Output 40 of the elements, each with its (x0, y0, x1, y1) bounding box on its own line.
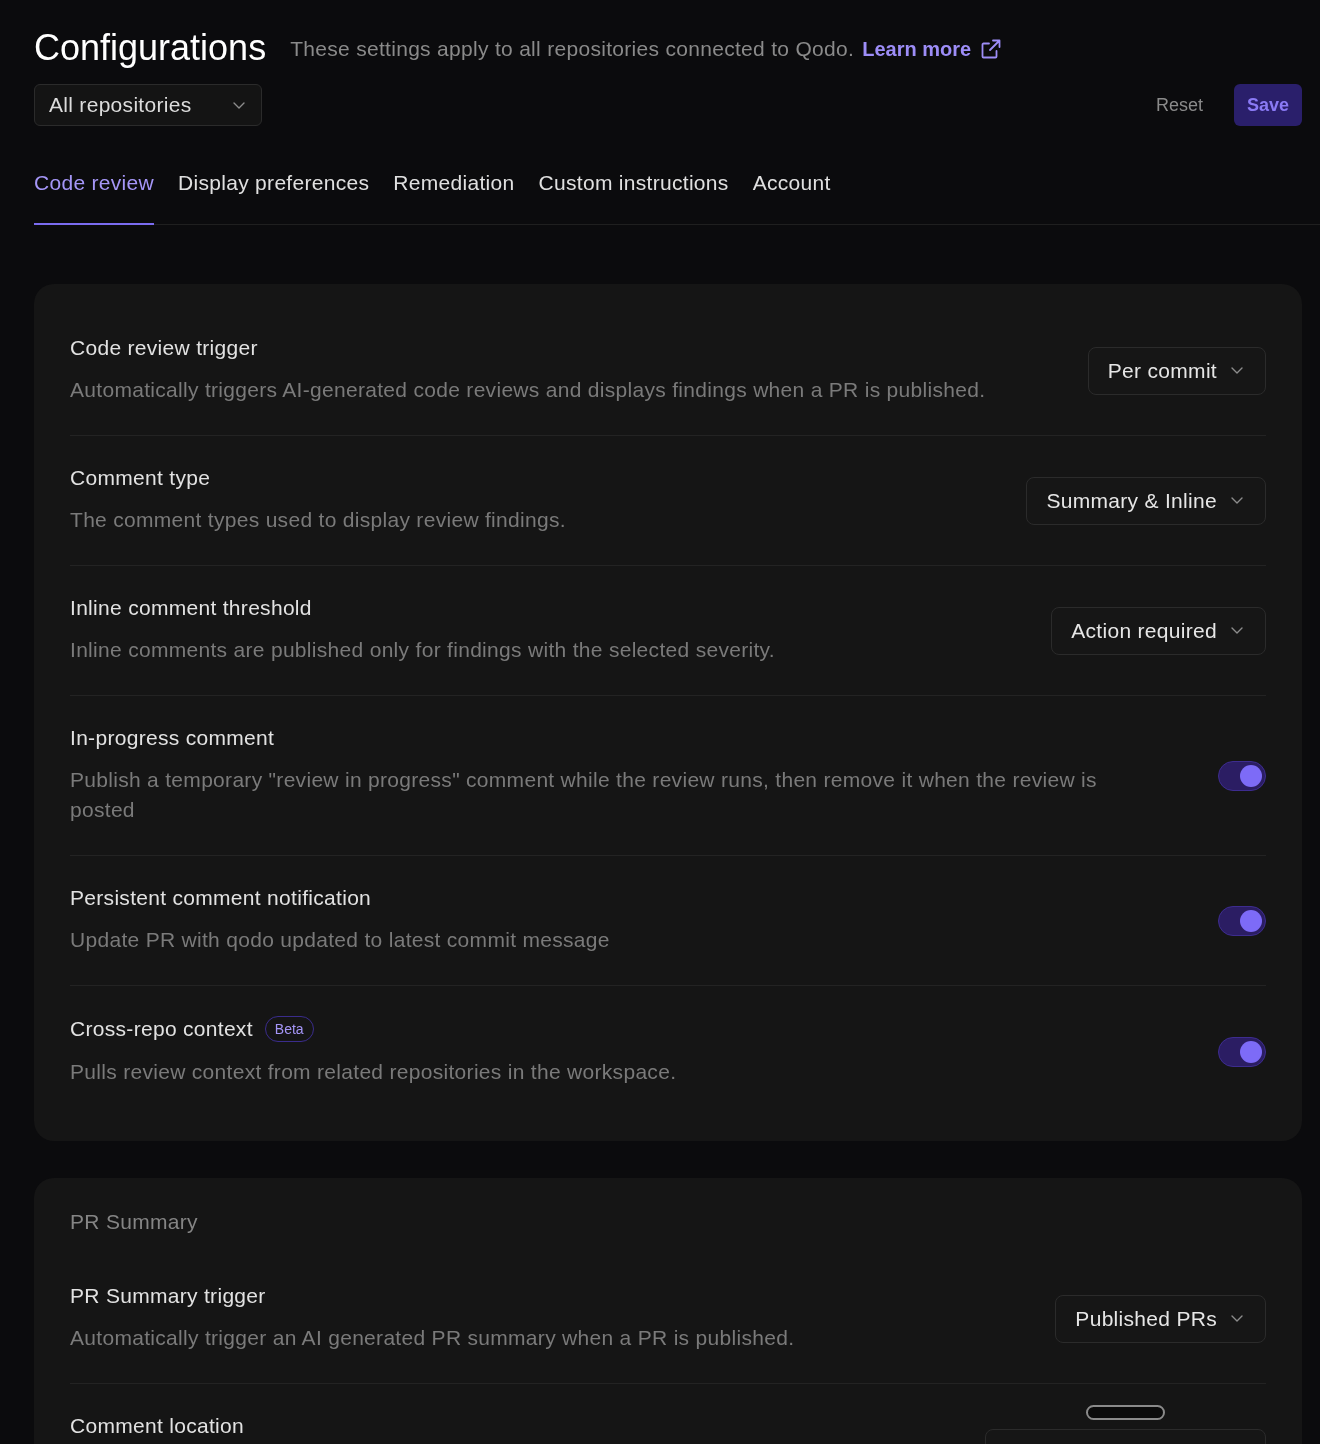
section-heading: PR Summary (70, 1210, 199, 1234)
toggle-switch[interactable] (1218, 905, 1266, 936)
setting-description: The comment types used to display review findings. (70, 507, 567, 533)
setting-description: Publish a temporary "review in progress" comment while the review runs, then remove it when the review is posted (70, 767, 1098, 823)
chevron-down-icon (233, 101, 245, 109)
save-button[interactable]: Save (1233, 84, 1302, 126)
toggle-switch[interactable] (1218, 760, 1266, 791)
chevron-down-icon (1231, 1315, 1243, 1322)
setting-title: Persistent comment notification (70, 886, 372, 910)
setting-title: Cross-repo context (70, 1017, 253, 1041)
setting-title: Comment type (70, 466, 211, 490)
select-dropdown[interactable]: Published PRs (1055, 1294, 1266, 1343)
setting-description: Inline comments are published only for findings with the selected severity. (70, 637, 776, 663)
chevron-down-icon (1231, 497, 1243, 504)
setting-title: Comment location (70, 1414, 245, 1438)
learn-more-link[interactable]: Learn more (862, 34, 1002, 64)
setting-description: Update PR with qodo updated to latest commit message (70, 927, 611, 953)
select-dropdown[interactable]: Action required (1051, 606, 1266, 655)
external-link-icon (981, 39, 1002, 59)
toggle-switch[interactable] (1218, 1036, 1266, 1067)
tab[interactable]: Display preferences (178, 171, 370, 225)
chevron-down-icon (1231, 627, 1243, 634)
page-subtitle: These settings apply to all repositories connected to Qodo. (290, 36, 855, 63)
setting-title: PR Summary trigger (70, 1284, 266, 1308)
page-title: Configurations (34, 26, 267, 70)
select-dropdown[interactable]: Summary & Inline (1026, 476, 1266, 525)
setting-title: Code review trigger (70, 336, 258, 360)
setting-description: Automatically triggers AI-generated code reviews and displays findings when a PR is published. (70, 377, 987, 403)
setting-title: Inline comment threshold (70, 596, 312, 620)
setting-description: Pulls review context from related repositories in the workspace. (70, 1059, 678, 1085)
tab[interactable]: Custom instructions (538, 171, 729, 225)
tab[interactable]: Account (752, 171, 831, 225)
tab[interactable]: Code review (34, 171, 155, 225)
reset-button[interactable]: Reset (1155, 91, 1203, 119)
tab[interactable]: Remediation (393, 171, 515, 225)
chevron-down-icon (1231, 367, 1243, 374)
repository-dropdown[interactable]: All repositories (34, 84, 262, 126)
select-dropdown[interactable]: Per commit (1087, 346, 1266, 395)
setting-description: Automatically trigger an AI generated PR summary when a PR is published. (70, 1325, 796, 1351)
setting-title: In-progress comment (70, 726, 275, 750)
